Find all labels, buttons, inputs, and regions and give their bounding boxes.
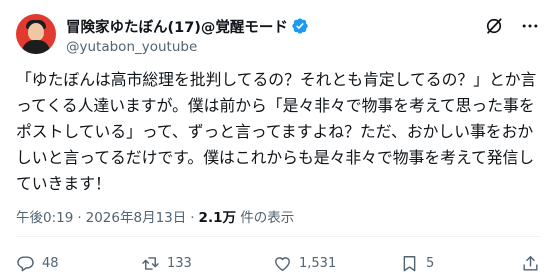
like-count: 1,531 bbox=[299, 255, 337, 271]
bookmark-button[interactable]: 5 bbox=[400, 252, 434, 274]
post-time[interactable]: 午後0:19 bbox=[16, 210, 73, 226]
avatar-face bbox=[28, 23, 44, 41]
post-meta: 午後0:19 · 2026年8月13日 · 2.1万 件の表示 bbox=[16, 206, 294, 226]
share-icon bbox=[523, 255, 538, 271]
meta-separator-2: · bbox=[190, 210, 195, 226]
grok-icon[interactable] bbox=[484, 16, 504, 36]
author-display-name[interactable]: 冒険家ゆたぼん(17)@覚醒モード bbox=[66, 16, 288, 37]
repost-count: 133 bbox=[167, 255, 192, 271]
views-count[interactable]: 2.1万 bbox=[199, 210, 236, 226]
views-label: 件の表示 bbox=[235, 210, 295, 226]
avatar-body bbox=[22, 40, 50, 54]
avatar[interactable] bbox=[16, 14, 56, 54]
like-button[interactable]: 1,531 bbox=[273, 252, 336, 274]
verified-badge-icon[interactable] bbox=[291, 17, 309, 35]
post-header: 冒険家ゆたぼん(17)@覚醒モード @yutabon_youtube bbox=[16, 12, 540, 60]
reply-button[interactable]: 48 bbox=[16, 252, 59, 274]
bookmark-count: 5 bbox=[426, 255, 435, 271]
author-name-line: 冒険家ゆたぼん(17)@覚醒モード bbox=[66, 16, 309, 36]
post-text: 「ゆたぼんは高市総理を批判してるの？それとも肯定してるの？」とか言ってくる人達い… bbox=[16, 70, 537, 193]
repost-icon bbox=[142, 256, 159, 270]
share-button[interactable] bbox=[521, 252, 540, 274]
bookmark-icon bbox=[403, 255, 416, 271]
divider bbox=[16, 236, 540, 237]
author-handle[interactable]: @yutabon_youtube bbox=[66, 39, 197, 55]
repost-button[interactable]: 133 bbox=[141, 252, 192, 274]
reply-count: 48 bbox=[42, 255, 59, 271]
more-icon[interactable] bbox=[520, 16, 540, 36]
heart-icon bbox=[275, 256, 290, 271]
reply-icon bbox=[17, 255, 34, 271]
meta-separator: · bbox=[77, 210, 82, 226]
post-date[interactable]: 2026年8月13日 bbox=[86, 210, 187, 226]
action-bar: 48 133 1,531 5 bbox=[16, 252, 540, 274]
